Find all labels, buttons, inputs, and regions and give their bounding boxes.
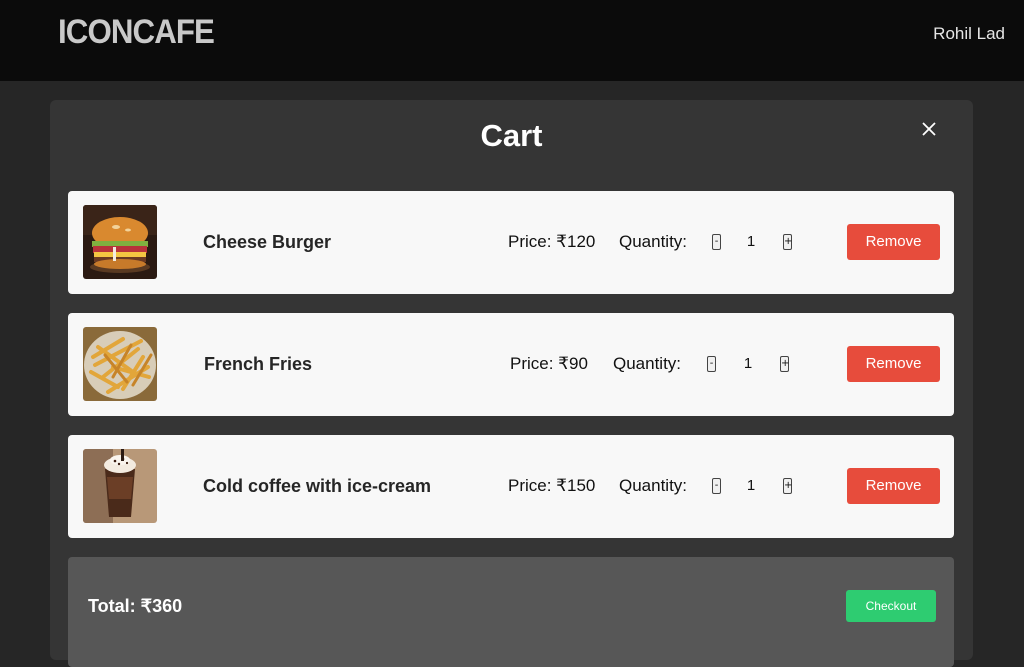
- remove-button[interactable]: Remove: [847, 346, 940, 382]
- top-nav-bar: ICONCAFE Rohil Lad: [0, 0, 1024, 81]
- quantity-label: Quantity:: [619, 232, 688, 251]
- decrease-quantity-button[interactable]: -: [712, 234, 721, 250]
- remove-button[interactable]: Remove: [847, 224, 940, 260]
- increase-quantity-button[interactable]: +: [780, 356, 789, 372]
- cart-item: Cheese Burger Price: ₹120 Quantity: - 1 …: [68, 191, 954, 294]
- cart-modal: Cart Cheese Burger Price: ₹120 Quantity:…: [50, 100, 973, 667]
- coffee-image: [83, 449, 157, 523]
- decrease-quantity-button[interactable]: -: [712, 478, 721, 494]
- cart-item: Cold coffee with ice-cream Price: ₹150 Q…: [68, 435, 954, 538]
- quantity-value: 1: [746, 233, 756, 250]
- close-icon[interactable]: [919, 119, 939, 139]
- cart-summary: Total: ₹360 Checkout: [68, 557, 954, 667]
- logo-text: ICONCAFE: [58, 13, 215, 51]
- item-price: Price: ₹90: [510, 354, 588, 373]
- burger-image: [83, 205, 157, 279]
- fries-image: [83, 327, 157, 401]
- iconcafe-logo[interactable]: ICONCAFE: [58, 14, 228, 50]
- item-name: Cold coffee with ice-cream: [203, 476, 432, 496]
- item-price: Price: ₹120: [508, 232, 596, 251]
- item-price: Price: ₹150: [508, 476, 596, 495]
- remove-button[interactable]: Remove: [847, 468, 940, 504]
- cart-title: Cart: [480, 118, 543, 153]
- checkout-button[interactable]: Checkout: [846, 590, 936, 622]
- quantity-label: Quantity:: [613, 354, 682, 373]
- increase-quantity-button[interactable]: +: [783, 478, 792, 494]
- quantity-value: 1: [746, 477, 756, 494]
- item-name: French Fries: [204, 354, 313, 374]
- user-name[interactable]: Rohil Lad: [933, 24, 1005, 44]
- cart-item: French Fries Price: ₹90 Quantity: - 1 + …: [68, 313, 954, 416]
- decrease-quantity-button[interactable]: -: [707, 356, 716, 372]
- item-name: Cheese Burger: [203, 232, 332, 252]
- cart-total: Total: ₹360: [88, 596, 183, 616]
- quantity-value: 1: [743, 355, 753, 372]
- increase-quantity-button[interactable]: +: [783, 234, 792, 250]
- quantity-label: Quantity:: [619, 476, 688, 495]
